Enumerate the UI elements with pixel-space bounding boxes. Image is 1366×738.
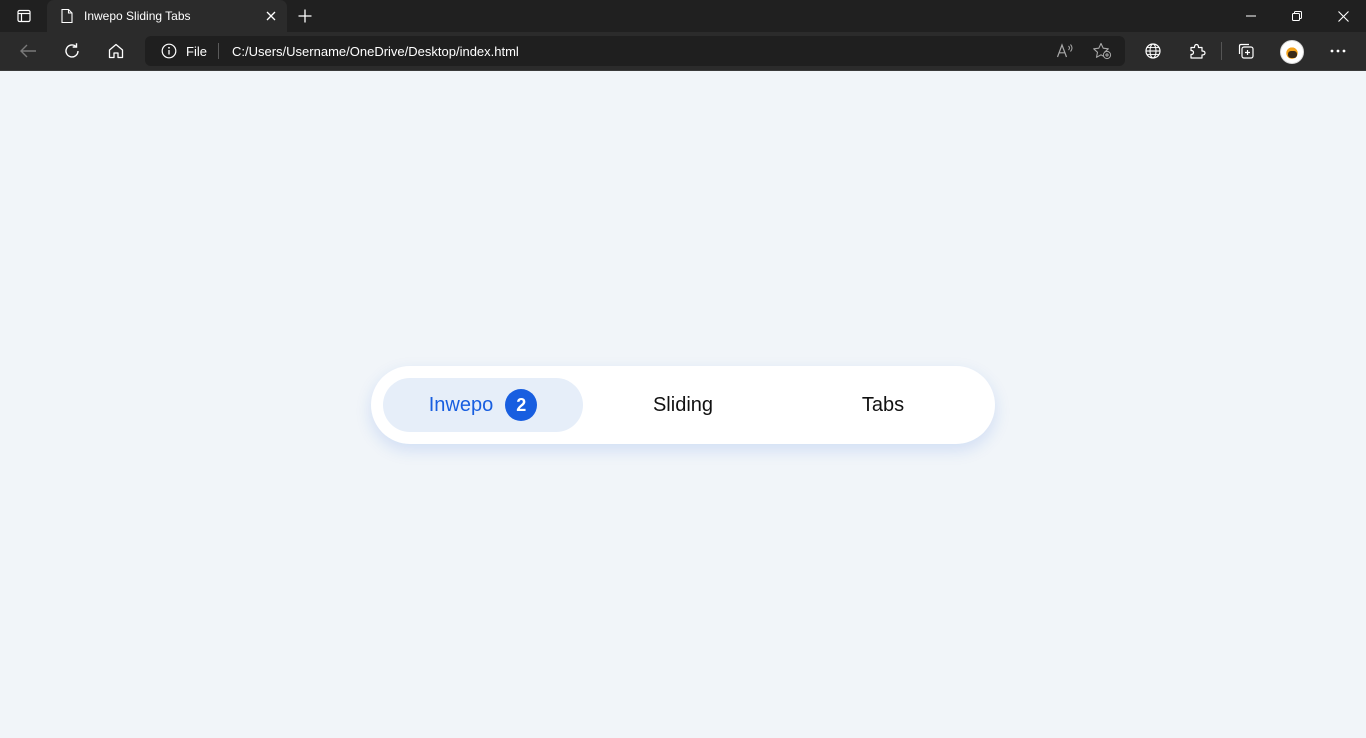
more-icon: [1330, 49, 1346, 53]
close-icon: [266, 11, 276, 21]
tab-actions-icon: [17, 9, 31, 23]
read-aloud-button[interactable]: [1055, 41, 1077, 61]
title-bar: Inwepo Sliding Tabs: [0, 0, 1366, 32]
collections-icon: [1238, 43, 1254, 59]
close-icon: [1337, 10, 1349, 22]
page-icon: [59, 8, 75, 24]
minimize-icon: [1246, 15, 1256, 17]
read-aloud-icon: [1056, 43, 1073, 58]
tab-label: Sliding: [652, 394, 714, 416]
minimize-button[interactable]: [1228, 0, 1274, 32]
restore-icon: [1292, 11, 1302, 21]
home-icon: [108, 43, 124, 59]
notification-badge: 2: [505, 389, 538, 421]
add-favorite-button[interactable]: [1091, 41, 1113, 61]
collections-button[interactable]: [1230, 36, 1262, 66]
browser-tab-title: Inwepo Sliding Tabs: [84, 9, 191, 23]
address-divider: [218, 43, 219, 59]
new-tab-button[interactable]: [292, 4, 318, 28]
browser-toolbar: File C:/Users/Username/OneDrive/Desktop/…: [0, 32, 1366, 71]
site-info-button[interactable]: [161, 43, 177, 59]
back-button[interactable]: [12, 36, 44, 66]
address-bar[interactable]: File C:/Users/Username/OneDrive/Desktop/…: [145, 36, 1125, 66]
page-content: Inwepo 2 Sliding Tabs: [0, 71, 1366, 738]
tab-tabs[interactable]: Tabs: [783, 378, 983, 432]
browser-essentials-button[interactable]: [1137, 36, 1169, 66]
browser-tab-active[interactable]: Inwepo Sliding Tabs: [47, 0, 287, 32]
address-scheme-label: File: [186, 44, 207, 59]
home-button[interactable]: [100, 36, 132, 66]
tab-inwepo[interactable]: Inwepo 2: [383, 378, 583, 432]
back-arrow-icon: [20, 44, 36, 58]
tab-label: Inwepo: [428, 394, 494, 416]
toolbar-divider: [1221, 42, 1222, 60]
tab-label: Tabs: [861, 394, 905, 416]
refresh-icon: [65, 43, 79, 58]
info-icon: [161, 43, 177, 59]
sliding-tabs: Inwepo 2 Sliding Tabs: [371, 366, 995, 444]
profile-avatar[interactable]: [1280, 40, 1304, 64]
add-favorite-icon: [1093, 42, 1112, 60]
plus-icon: [298, 9, 312, 23]
close-window-button[interactable]: [1320, 0, 1366, 32]
settings-more-button[interactable]: [1322, 36, 1354, 66]
extensions-button[interactable]: [1181, 36, 1213, 66]
tab-actions-button[interactable]: [8, 4, 40, 28]
tab-sliding[interactable]: Sliding: [583, 378, 783, 432]
puzzle-icon: [1190, 43, 1206, 59]
restore-button[interactable]: [1274, 0, 1320, 32]
globe-icon: [1145, 43, 1161, 59]
refresh-button[interactable]: [56, 36, 88, 66]
address-url[interactable]: C:/Users/Username/OneDrive/Desktop/index…: [232, 44, 519, 59]
close-tab-button[interactable]: [263, 8, 279, 24]
